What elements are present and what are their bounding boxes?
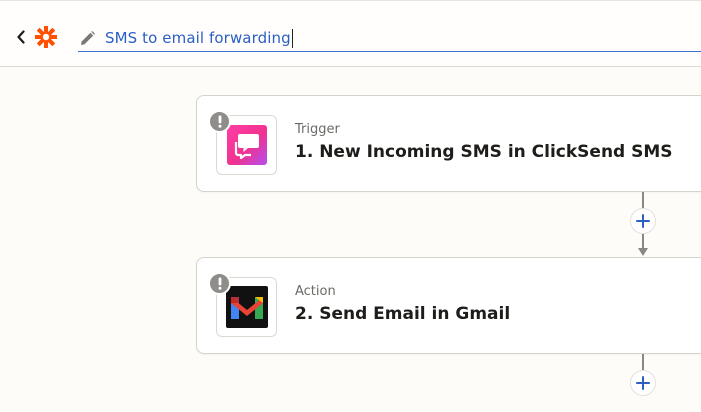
pencil-icon <box>79 29 97 47</box>
warning-icon <box>208 110 231 133</box>
warning-icon <box>208 272 231 295</box>
zapier-logo-icon[interactable] <box>34 25 58 49</box>
trigger-step-card[interactable]: Trigger 1. New Incoming SMS in ClickSend… <box>196 95 701 192</box>
zap-editor: SMS to email forwarding Trigger 1. New I… <box>0 0 701 412</box>
plus-icon <box>636 376 650 390</box>
plus-icon <box>636 214 650 228</box>
add-step-button[interactable] <box>630 370 656 396</box>
step-title: 1. New Incoming SMS in ClickSend SMS <box>295 142 673 162</box>
text-cursor <box>291 28 293 48</box>
action-step-card[interactable]: Action 2. Send Email in Gmail <box>196 257 701 354</box>
back-button[interactable] <box>14 28 28 46</box>
zap-title-input[interactable]: SMS to email forwarding <box>105 29 291 47</box>
connector-arrow-icon <box>638 248 648 256</box>
step-type-label: Trigger <box>295 122 340 137</box>
connector-line <box>642 354 644 370</box>
step-title: 2. Send Email in Gmail <box>295 304 511 324</box>
connector-line <box>642 234 644 248</box>
connector-line <box>642 192 644 208</box>
step-type-label: Action <box>295 284 336 299</box>
add-step-button[interactable] <box>630 208 656 234</box>
chevron-left-icon <box>17 30 25 44</box>
zap-title-field[interactable]: SMS to email forwarding <box>78 25 701 52</box>
editor-header: SMS to email forwarding <box>0 0 701 67</box>
